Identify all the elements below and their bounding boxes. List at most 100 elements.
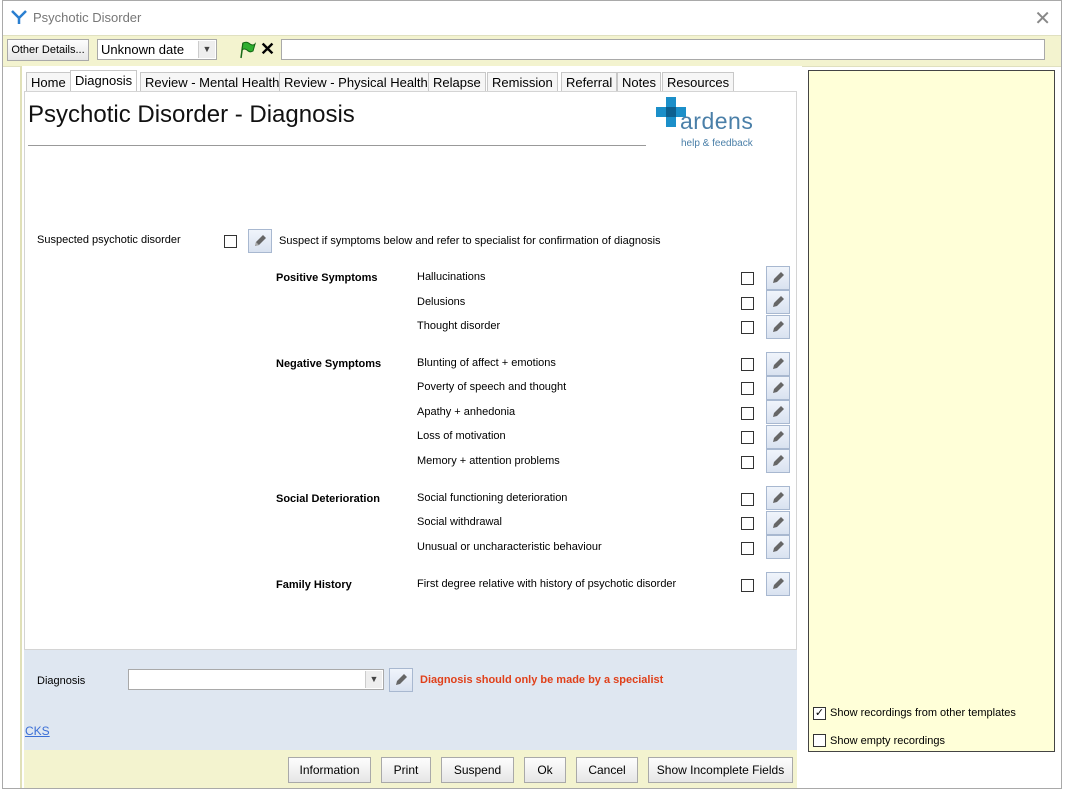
ok-button[interactable]: Ok bbox=[524, 757, 566, 783]
pencil-icon bbox=[773, 541, 784, 552]
diagnosis-label: Diagnosis bbox=[37, 675, 86, 687]
information-button[interactable]: Information bbox=[288, 757, 371, 783]
group-negative-symptoms: Negative Symptoms bbox=[276, 358, 382, 370]
item-checkbox[interactable] bbox=[741, 456, 754, 469]
pencil-icon bbox=[773, 406, 784, 417]
pencil-icon bbox=[773, 358, 784, 369]
item-label: Memory + attention problems bbox=[417, 455, 560, 467]
item-checkbox[interactable] bbox=[741, 382, 754, 395]
diagnosis-select[interactable]: ▼ bbox=[128, 669, 384, 690]
suspected-checkbox[interactable] bbox=[224, 235, 237, 248]
show-other-templates-checkbox[interactable]: ✓ bbox=[813, 707, 826, 720]
window-title: Psychotic Disorder bbox=[33, 10, 142, 25]
flag-icon[interactable] bbox=[238, 41, 257, 62]
ardens-logo: ardens bbox=[680, 108, 754, 134]
help-feedback-link[interactable]: help & feedback bbox=[681, 138, 753, 149]
item-label: Poverty of speech and thought bbox=[417, 381, 567, 393]
item-edit-button[interactable] bbox=[766, 535, 790, 559]
free-text-input[interactable] bbox=[281, 39, 1045, 60]
page-title: Psychotic Disorder - Diagnosis bbox=[28, 101, 355, 128]
item-label: Social functioning deterioration bbox=[417, 492, 568, 504]
group-social-deterioration: Social Deterioration bbox=[276, 493, 380, 505]
tab-referral[interactable]: Referral bbox=[561, 72, 618, 92]
cancel-button[interactable]: Cancel bbox=[576, 757, 638, 783]
suspected-hint: Suspect if symptoms below and refer to s… bbox=[279, 235, 661, 247]
date-select[interactable]: Unknown date ▼ bbox=[97, 39, 217, 60]
pencil-icon bbox=[773, 578, 784, 589]
item-edit-button[interactable] bbox=[766, 449, 790, 473]
item-edit-button[interactable] bbox=[766, 266, 790, 290]
pencil-icon bbox=[773, 382, 784, 393]
item-checkbox[interactable] bbox=[741, 431, 754, 444]
tab-remission[interactable]: Remission bbox=[487, 72, 558, 92]
item-label: Loss of motivation bbox=[417, 430, 506, 442]
diagnosis-section bbox=[24, 650, 797, 750]
recordings-panel bbox=[808, 70, 1055, 752]
suspected-label: Suspected psychotic disorder bbox=[37, 234, 181, 246]
tab-review-mental-health[interactable]: Review - Mental Health bbox=[140, 72, 285, 92]
item-edit-button[interactable] bbox=[766, 425, 790, 449]
pencil-icon bbox=[255, 235, 266, 246]
close-icon[interactable]: ✕ bbox=[1034, 6, 1051, 31]
item-label: Thought disorder bbox=[417, 320, 501, 332]
item-edit-button[interactable] bbox=[766, 511, 790, 535]
show-incomplete-fields-button[interactable]: Show Incomplete Fields bbox=[648, 757, 793, 783]
pencil-icon bbox=[773, 431, 784, 442]
clear-icon[interactable]: ✕ bbox=[260, 39, 275, 60]
item-checkbox[interactable] bbox=[741, 321, 754, 334]
tab-home[interactable]: Home bbox=[26, 72, 71, 92]
item-checkbox[interactable] bbox=[741, 272, 754, 285]
title-bar: Psychotic Disorder ✕ bbox=[3, 1, 1061, 35]
pencil-icon bbox=[396, 674, 407, 685]
suspected-edit-button[interactable] bbox=[248, 229, 272, 253]
item-checkbox[interactable] bbox=[741, 579, 754, 592]
item-label: Unusual or uncharacteristic behaviour bbox=[417, 541, 602, 553]
other-details-button[interactable]: Other Details... bbox=[7, 39, 89, 61]
item-checkbox[interactable] bbox=[741, 297, 754, 310]
item-label: Blunting of affect + emotions bbox=[417, 357, 556, 369]
item-edit-button[interactable] bbox=[766, 572, 790, 596]
item-edit-button[interactable] bbox=[766, 486, 790, 510]
tab-resources[interactable]: Resources bbox=[662, 72, 735, 92]
show-other-templates-label: Show recordings from other templates bbox=[830, 707, 1016, 719]
tab-relapse[interactable]: Relapse bbox=[428, 72, 486, 92]
item-checkbox[interactable] bbox=[741, 542, 754, 555]
suspend-button[interactable]: Suspend bbox=[441, 757, 514, 783]
pencil-icon bbox=[773, 321, 784, 332]
item-checkbox[interactable] bbox=[741, 493, 754, 506]
date-value: Unknown date bbox=[101, 42, 185, 57]
item-label: Delusions bbox=[417, 296, 466, 308]
item-checkbox[interactable] bbox=[741, 517, 754, 530]
title-divider bbox=[28, 145, 646, 146]
chevron-down-icon[interactable]: ▼ bbox=[365, 671, 382, 688]
toolbar: Other Details... Unknown date ▼ ✕ bbox=[3, 35, 1061, 67]
pencil-icon bbox=[773, 492, 784, 503]
diagnosis-panel bbox=[24, 91, 797, 650]
show-empty-checkbox[interactable] bbox=[813, 734, 826, 747]
group-family-history: Family History bbox=[276, 579, 352, 591]
group-positive-symptoms: Positive Symptoms bbox=[276, 272, 378, 284]
pencil-icon bbox=[773, 517, 784, 528]
pencil-icon bbox=[773, 455, 784, 466]
item-label: First degree relative with history of ps… bbox=[417, 578, 677, 590]
item-label: Apathy + anhedonia bbox=[417, 406, 516, 418]
print-button[interactable]: Print bbox=[381, 757, 431, 783]
item-edit-button[interactable] bbox=[766, 376, 790, 400]
item-checkbox[interactable] bbox=[741, 358, 754, 371]
diagnosis-edit-button[interactable] bbox=[389, 668, 413, 692]
chevron-down-icon[interactable]: ▼ bbox=[198, 41, 215, 58]
item-edit-button[interactable] bbox=[766, 315, 790, 339]
item-edit-button[interactable] bbox=[766, 400, 790, 424]
pencil-icon bbox=[773, 272, 784, 283]
tab-review-physical-health[interactable]: Review - Physical Health bbox=[279, 72, 433, 92]
cks-link[interactable]: CKS bbox=[25, 724, 50, 738]
tab-notes[interactable]: Notes bbox=[617, 72, 661, 92]
item-checkbox[interactable] bbox=[741, 407, 754, 420]
item-edit-button[interactable] bbox=[766, 352, 790, 376]
item-label: Hallucinations bbox=[417, 271, 486, 283]
tab-diagnosis[interactable]: Diagnosis bbox=[70, 70, 138, 92]
item-label: Social withdrawal bbox=[417, 516, 502, 528]
item-edit-button[interactable] bbox=[766, 290, 790, 314]
pencil-icon bbox=[773, 296, 784, 307]
app-logo-icon bbox=[11, 9, 27, 28]
